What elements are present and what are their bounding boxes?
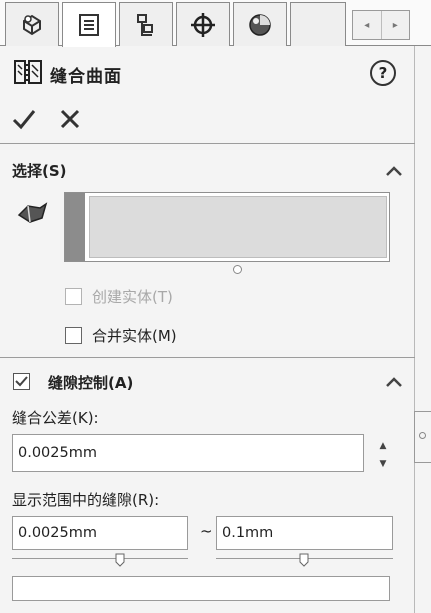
divider <box>0 357 415 358</box>
tolerance-label: 缝合公差(K): <box>12 409 99 427</box>
gap-range-label: 显示范围中的缝隙(R): <box>12 491 160 509</box>
tab-displaymanager[interactable] <box>233 2 287 46</box>
gap-list-box[interactable] <box>12 576 390 601</box>
create-solid-checkbox[interactable] <box>65 288 82 305</box>
gap-control-section-title[interactable]: 缝隙控制(A) <box>48 372 133 393</box>
gap-range-min-input[interactable]: 0.0025mm <box>12 516 188 550</box>
selection-list-field[interactable] <box>89 196 387 258</box>
tab-configurationmanager[interactable] <box>119 2 173 46</box>
chevron-up-icon[interactable] <box>385 375 403 389</box>
tab-empty <box>290 2 346 46</box>
face-selector-icon <box>17 202 48 223</box>
slider-thumb-icon[interactable] <box>115 553 125 567</box>
chevron-up-icon[interactable] <box>385 164 403 178</box>
tolerance-spinner[interactable]: ▲ ▼ <box>373 437 393 473</box>
tolerance-input[interactable]: 0.0025mm <box>12 434 364 472</box>
range-separator: ~ <box>200 522 213 540</box>
merge-entities-label: 合并实体(M) <box>92 327 177 345</box>
panel-splitter-grip[interactable] <box>414 411 431 463</box>
tab-featuremanager[interactable] <box>5 2 59 46</box>
manager-tab-strip: ◂ ▸ <box>0 0 431 47</box>
panel-right-border <box>414 46 415 613</box>
knit-surface-icon <box>14 60 42 84</box>
selection-section-title[interactable]: 选择(S) <box>12 160 67 181</box>
configuration-icon <box>137 13 153 36</box>
face-selection-box[interactable] <box>64 192 390 262</box>
resize-handle[interactable] <box>233 265 242 274</box>
spin-down-icon[interactable]: ▼ <box>373 455 393 473</box>
tab-scroll-buttons: ◂ ▸ <box>352 10 410 40</box>
spin-up-icon[interactable]: ▲ <box>373 437 393 455</box>
selection-box-indicator <box>65 193 85 261</box>
close-icon[interactable] <box>60 109 80 129</box>
crosshair-icon <box>191 12 215 37</box>
appearance-sphere-icon <box>249 13 271 36</box>
gap-range-max-input[interactable]: 0.1mm <box>216 516 393 550</box>
tab-propertymanager[interactable] <box>62 2 116 47</box>
property-manager-icon <box>79 14 99 36</box>
checkmark-icon[interactable] <box>12 108 36 130</box>
create-solid-label: 创建实体(T) <box>92 288 173 306</box>
divider <box>0 143 415 144</box>
gap-control-checkbox[interactable] <box>13 373 30 390</box>
slider-thumb-icon[interactable] <box>299 553 309 567</box>
page-title: 缝合曲面 <box>50 67 122 87</box>
tab-scroll-right-icon[interactable]: ▸ <box>380 11 410 39</box>
merge-entities-checkbox[interactable] <box>65 327 82 344</box>
gap-range-min-slider[interactable] <box>12 558 188 559</box>
help-icon[interactable]: ? <box>370 60 396 86</box>
tab-dimxpertmanager[interactable] <box>176 2 230 46</box>
tab-scroll-left-icon[interactable]: ◂ <box>353 11 381 39</box>
feature-tree-icon <box>23 14 41 35</box>
